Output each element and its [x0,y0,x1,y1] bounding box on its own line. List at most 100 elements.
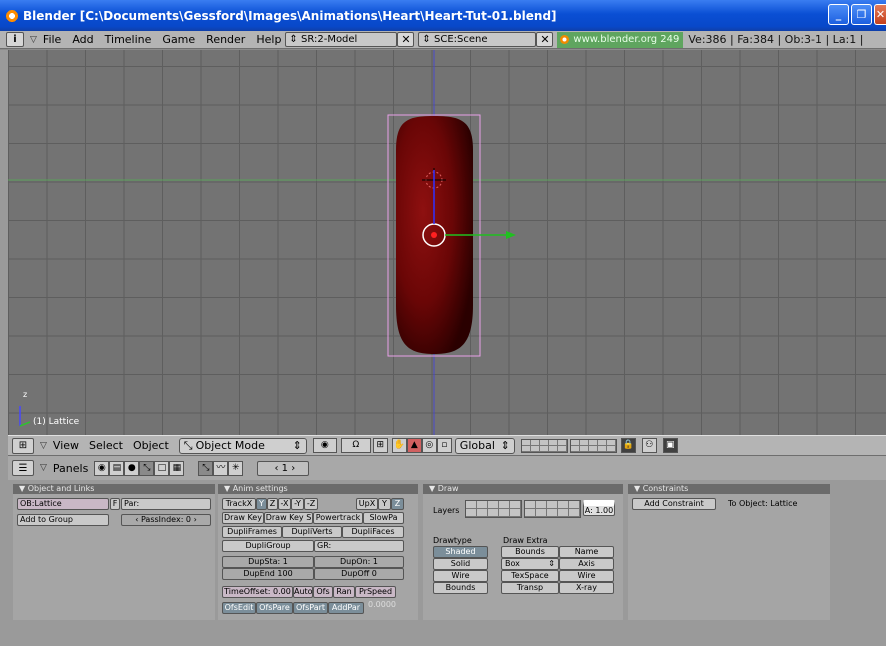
menu-add[interactable]: Add [72,33,93,46]
scale-icon[interactable]: ▫ [436,438,452,453]
mode-selector[interactable]: ⤡ Object Mode ⇕ [178,437,307,454]
dup-end-field[interactable]: DupEnd 100 [222,568,314,580]
render-view-icon[interactable]: ▣ [662,438,678,453]
drawtype-shaded[interactable]: Shaded [433,546,488,558]
drawtype-solid[interactable]: Solid [433,558,488,570]
extra-axis-button[interactable]: Axis [559,558,614,570]
extra-transp-button[interactable]: Transp [501,582,559,594]
add-parent-button[interactable]: AddPar [328,602,364,614]
lock-layer-icon[interactable]: 🔒 [620,438,636,453]
delete-screen-button[interactable]: ✕ [397,32,415,47]
extra-bounds-button[interactable]: Bounds [501,546,559,558]
dupli-group-button[interactable]: DupliGroup [222,540,314,552]
object-layers-left[interactable] [465,500,522,518]
drawtype-bounds[interactable]: Bounds [433,582,488,594]
ofs-parent-button[interactable]: OfsPare [256,602,293,614]
pivot-icon[interactable]: Ω [340,438,371,453]
add-constraint-button[interactable]: Add Constraint [632,498,716,510]
snap-icon[interactable]: ⊞ [372,438,388,453]
collapse-menu-icon[interactable]: ▽ [30,35,37,45]
particles-subcontext-icon[interactable]: ✳ [228,460,244,476]
pass-index-field[interactable]: ‹ PassIndex: 0 › [121,514,211,526]
dupli-verts-button[interactable]: DupliVerts [282,526,342,538]
frame-field[interactable]: ‹ 1 › [257,460,310,476]
extra-texspace-button[interactable]: TexSpace [501,570,559,582]
minimize-button[interactable]: _ [828,4,849,25]
physics-subcontext-icon[interactable]: 〰 [213,460,229,476]
pin-icon[interactable]: ⚇ [641,438,657,453]
auto-offset-button[interactable]: Auto [293,586,313,598]
shading-context-icon[interactable]: ● [124,460,140,476]
delete-scene-button[interactable]: ✕ [536,32,554,47]
prspeed-button[interactable]: PrSpeed [355,586,396,598]
layer-buttons-left[interactable] [520,438,568,453]
up-z-button[interactable]: Z [391,498,404,510]
extra-wire-button[interactable]: Wire [559,570,614,582]
rotate-icon[interactable]: ◎ [421,438,437,453]
slowpar-button[interactable]: SlowPa [363,512,404,524]
script-context-icon[interactable]: ▤ [109,460,125,476]
menu-help[interactable]: Help [256,33,281,46]
draw-key-button[interactable]: Draw Key [222,512,264,524]
track-x-button[interactable]: TrackX [222,498,256,510]
object-name-field[interactable]: OB:Lattice [17,498,109,510]
menu-game[interactable]: Game [162,33,195,46]
dup-off-field[interactable]: DupOff 0 [314,568,404,580]
object-subcontext-icon[interactable]: ⤡ [198,460,214,476]
editor-type-icon[interactable]: ⊞ [12,437,34,454]
menu-file[interactable]: File [43,33,61,46]
3d-viewport[interactable]: z (1) Lattice [8,50,886,435]
bounds-type-selector[interactable]: Box ⇕ [501,558,559,570]
track-negy-button[interactable]: -Y [291,498,304,510]
extra-name-button[interactable]: Name [559,546,614,558]
layer-buttons-right[interactable] [569,438,617,453]
fake-user-button[interactable]: F [110,498,120,510]
ran-button[interactable]: Ran [333,586,355,598]
ofs-edit-button[interactable]: OfsEdit [222,602,256,614]
editor-type-icon[interactable]: ☰ [12,460,34,476]
draw-type-icon[interactable]: ◉ [312,438,337,453]
menu-object[interactable]: Object [133,439,169,452]
time-offset-field[interactable]: TimeOffset: 0.00 [222,586,293,598]
info-window-type-icon[interactable]: i [6,32,24,47]
track-negx-button[interactable]: -X [278,498,291,510]
alpha-field[interactable]: A: 1.00 [583,500,615,516]
maximize-button[interactable]: ❐ [851,4,872,25]
object-layers-right[interactable] [524,500,581,518]
dupli-frames-button[interactable]: DupliFrames [222,526,282,538]
drawtype-wire[interactable]: Wire [433,570,488,582]
translate-icon[interactable]: ▲ [406,438,422,453]
editing-context-icon[interactable]: □ [154,460,170,476]
dup-sta-field[interactable]: DupSta: 1 [222,556,314,568]
powertrack-button[interactable]: Powertrack [313,512,363,524]
menu-view[interactable]: View [53,439,79,452]
menu-select[interactable]: Select [89,439,123,452]
menu-timeline[interactable]: Timeline [105,33,152,46]
manipulator-toggle-icon[interactable]: ✋ [391,438,407,453]
logic-context-icon[interactable]: ◉ [94,460,110,476]
track-negz-button[interactable]: -Z [304,498,318,510]
track-z-button[interactable]: Z [267,498,278,510]
blender-website-link[interactable]: www.blender.org 249 [557,31,684,48]
ofs-button[interactable]: Ofs [313,586,333,598]
extra-xray-button[interactable]: X-ray [559,582,614,594]
group-field[interactable]: GR: [314,540,404,552]
dup-on-field[interactable]: DupOn: 1 [314,556,404,568]
scene-selector[interactable]: ⇕ SCE:Scene [418,32,537,47]
scene-context-icon[interactable]: ▦ [169,460,185,476]
up-x-button[interactable]: UpX [356,498,378,510]
collapse-menu-icon[interactable]: ▽ [40,441,47,451]
object-context-icon[interactable]: ⤡ [139,460,155,476]
ofs-particle-button[interactable]: OfsPart [293,602,328,614]
collapse-menu-icon[interactable]: ▽ [40,463,47,473]
add-to-group-button[interactable]: Add to Group [17,514,109,526]
track-y-button[interactable]: Y [256,498,267,510]
up-y-button[interactable]: Y [378,498,391,510]
menu-render[interactable]: Render [206,33,245,46]
draw-key-sel-button[interactable]: Draw Key S [264,512,313,524]
screen-selector[interactable]: ⇕ SR:2-Model [285,32,398,47]
dupli-faces-button[interactable]: DupliFaces [342,526,404,538]
close-button[interactable]: ✕ [874,4,886,25]
parent-field[interactable]: Par: [121,498,211,510]
orientation-selector[interactable]: Global ⇕ [454,437,515,454]
